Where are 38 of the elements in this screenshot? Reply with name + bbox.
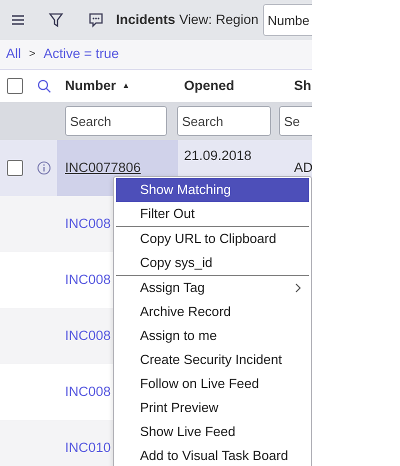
list-title: Incidents <box>116 10 176 29</box>
breadcrumb-link[interactable]: Active = true <box>43 44 119 65</box>
menu-item[interactable]: Create Security Incident <box>116 348 309 372</box>
column-header[interactable]: Sh <box>294 78 312 93</box>
table-cell-text: AD <box>293 158 312 177</box>
search-field[interactable]: Search <box>65 106 167 136</box>
search-field[interactable]: Se <box>279 106 312 136</box>
menu-item[interactable]: Print Preview <box>116 396 309 420</box>
breadcrumb-link[interactable]: All <box>6 44 22 65</box>
menu-item[interactable]: Show Matching <box>116 178 309 202</box>
record-link[interactable]: INC008 <box>65 214 111 234</box>
info-icon[interactable] <box>36 161 50 175</box>
record-link[interactable]: INC008 <box>65 326 111 346</box>
record-link[interactable]: INC010 <box>65 438 111 458</box>
menu-item[interactable]: Add to Visual Task Board <box>116 444 309 466</box>
menu-item[interactable]: Copy sys_id <box>116 251 309 275</box>
table-cell-text: 21.09.2018 <box>183 147 253 165</box>
record-link[interactable]: INC008 <box>65 270 111 290</box>
search-column-select[interactable]: Numbe <box>262 4 312 36</box>
search-icon[interactable] <box>36 79 50 93</box>
menu-item[interactable]: Follow on Live Feed <box>116 372 309 396</box>
menu-item[interactable]: Filter Out <box>116 202 309 226</box>
breadcrumb-separator: > <box>29 47 36 62</box>
menu-item[interactable]: Assign Tag <box>116 276 309 300</box>
submenu-caret-icon <box>295 283 301 293</box>
column-header[interactable]: Number <box>65 76 116 96</box>
menu-item[interactable]: Assign to me <box>116 324 309 348</box>
record-link[interactable]: INC008 <box>65 382 111 402</box>
menu-item[interactable]: Show Live Feed <box>116 420 309 444</box>
sort-indicator[interactable]: ▲ <box>122 80 130 92</box>
row-checkbox[interactable] <box>7 160 23 176</box>
menu-item[interactable]: Copy URL to Clipboard <box>116 227 309 251</box>
select-all-checkbox[interactable] <box>7 78 23 94</box>
menu-item[interactable]: Archive Record <box>116 300 309 324</box>
record-link[interactable]: INC0077806 <box>65 158 141 178</box>
view-label: View: Region <box>179 10 259 29</box>
search-field[interactable]: Search <box>177 106 271 136</box>
column-header[interactable]: Opened <box>184 78 234 93</box>
